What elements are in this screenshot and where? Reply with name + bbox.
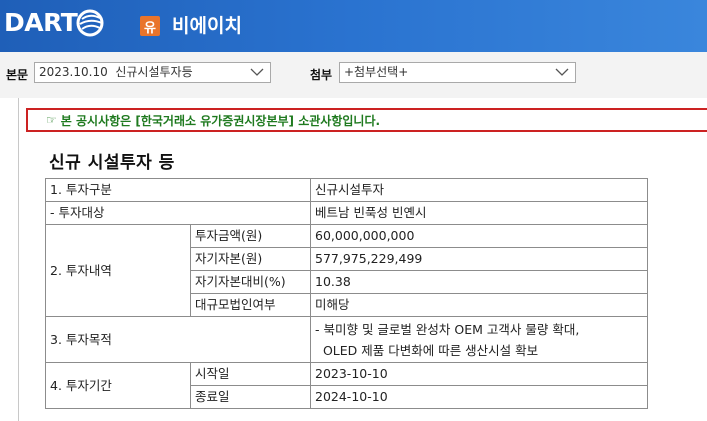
investment-details-label: 2. 투자내역 — [45, 224, 191, 317]
equity-ratio-label: 자기자본대비(%) — [190, 270, 311, 294]
logo-text: DART — [4, 8, 78, 37]
purpose-line-1: - 북미향 및 글로벌 완성차 OEM 고객사 물량 확대, — [315, 321, 580, 337]
investment-purpose-label: 3. 투자목적 — [45, 316, 311, 363]
attach-select-value: +첨부선택+ — [344, 65, 409, 79]
table-row: 3. 투자목적 - 북미향 및 글로벌 완성차 OEM 고객사 물량 확대, O… — [45, 316, 648, 363]
document-title: 신규 시설투자 등 — [49, 153, 175, 173]
large-corp-value: 미해당 — [310, 293, 648, 317]
company-name: 비에이치 — [172, 15, 242, 37]
dart-logo[interactable]: DART — [4, 8, 104, 38]
disclosure-table: 1. 투자구분 신규시설투자 - 투자대상 베트남 빈푹성 빈옌시 2. 투자내… — [45, 178, 648, 409]
table-row: 2. 투자내역 투자금액(원) 60,000,000,000 — [45, 224, 648, 317]
investment-amount-value: 60,000,000,000 — [310, 224, 648, 248]
table-row: - 투자대상 베트남 빈푹성 빈옌시 — [45, 201, 648, 225]
investment-purpose-value: - 북미향 및 글로벌 완성차 OEM 고객사 물량 확대, OLED 제품 다… — [310, 316, 648, 363]
large-corp-label: 대규모법인여부 — [190, 293, 311, 317]
investment-target-label: - 투자대상 — [45, 201, 311, 225]
main-doc-select-value: 2023.10.10 신규시설투자등 — [39, 65, 193, 79]
investment-period-label: 4. 투자기간 — [45, 362, 191, 409]
company-title: 유 비에이치 — [140, 12, 242, 40]
investment-target-value: 베트남 빈푹성 빈옌시 — [310, 201, 648, 225]
main-doc-select[interactable]: 2023.10.10 신규시설투자등 — [34, 62, 271, 83]
market-badge: 유 — [140, 16, 160, 36]
document-viewer: ☞ 본 공시사항은 [한국거래소 유가증권시장본부] 소관사항입니다. 신규 시… — [18, 98, 707, 421]
globe-icon — [76, 9, 104, 37]
pointing-hand-icon: ☞ — [46, 113, 57, 127]
end-date-label: 종료일 — [190, 385, 311, 409]
purpose-line-2: OLED 제품 다변화에 따른 생산시설 확보 — [315, 342, 539, 358]
attach-select[interactable]: +첨부선택+ — [339, 62, 576, 83]
equity-ratio-value: 10.38 — [310, 270, 648, 294]
app-header: DART 유 비에이치 — [0, 0, 707, 52]
chevron-down-icon — [555, 68, 569, 76]
investment-amount-label: 투자금액(원) — [190, 224, 311, 248]
investment-type-value: 신규시설투자 — [310, 178, 648, 202]
start-date-label: 시작일 — [190, 362, 311, 386]
start-date-value: 2023-10-10 — [310, 362, 648, 386]
main-doc-label: 본문 — [6, 68, 29, 82]
table-row: 1. 투자구분 신규시설투자 — [45, 178, 648, 202]
document-toolbar: 본문 2023.10.10 신규시설투자등 첨부 +첨부선택+ — [0, 52, 707, 98]
end-date-value: 2024-10-10 — [310, 385, 648, 409]
jurisdiction-notice: ☞ 본 공시사항은 [한국거래소 유가증권시장본부] 소관사항입니다. — [26, 108, 707, 132]
notice-text: 본 공시사항은 [한국거래소 유가증권시장본부] 소관사항입니다. — [60, 113, 381, 128]
equity-label: 자기자본(원) — [190, 247, 311, 271]
table-row: 4. 투자기간 시작일 2023-10-10 — [45, 362, 648, 409]
attach-label: 첨부 — [310, 68, 333, 82]
chevron-down-icon — [250, 68, 264, 76]
equity-value: 577,975,229,499 — [310, 247, 648, 271]
investment-type-label: 1. 투자구분 — [45, 178, 311, 202]
